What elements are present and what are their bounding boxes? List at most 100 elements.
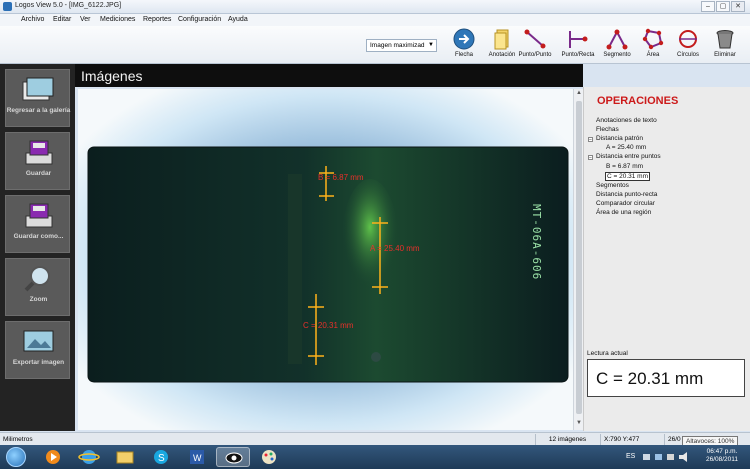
- media-player-taskbar-icon[interactable]: [36, 447, 70, 467]
- svg-text:S: S: [158, 453, 165, 464]
- measurement-photo[interactable]: MT-06A-606 B = 6.87 mm A = 25.40 mm C = …: [78, 89, 573, 430]
- tree-item-anotaciones[interactable]: Anotaciones de texto: [596, 117, 657, 124]
- clock[interactable]: 06:47 p.m. 26/08/2011: [700, 448, 744, 464]
- tool-label: Punto/Punto: [518, 52, 552, 58]
- reading-label: Lectura actual: [587, 350, 628, 357]
- status-bar: Milimetros 12 imágenes X:790 Y:477 26/0: [0, 432, 750, 445]
- point-point-icon: [524, 29, 546, 49]
- images-header: Imágenes: [75, 64, 583, 87]
- tree-item-punto-recta[interactable]: Distancia punto-recta: [596, 191, 657, 198]
- skype-taskbar-icon[interactable]: S: [144, 447, 178, 467]
- trash-icon: [716, 30, 734, 49]
- minimize-button[interactable]: –: [701, 1, 715, 12]
- sidebar-button-label: Zoom: [29, 296, 48, 303]
- sidebar-button-label: Regresar a la galería: [6, 107, 71, 114]
- tree-item-segmentos[interactable]: Segmentos: [596, 182, 629, 189]
- save-as-icon: [25, 203, 53, 228]
- expand-toggle-icon[interactable]: −: [588, 137, 593, 143]
- status-units: Milimetros: [3, 436, 33, 443]
- close-button[interactable]: ✕: [731, 1, 745, 12]
- status-image-count: 12 imágenes: [535, 434, 599, 445]
- gallery-icon: [22, 77, 54, 101]
- menu-reportes[interactable]: Reportes: [143, 16, 171, 23]
- tool-label: Eliminar: [714, 52, 736, 58]
- measurement-a-label: A = 25.40 mm: [370, 244, 420, 253]
- area-icon: [642, 28, 664, 50]
- clock-time: 06:47 p.m.: [706, 448, 738, 455]
- taskbar: S W ES 06:47 p.m. 26/08/2011: [0, 445, 750, 469]
- chevron-down-icon: ▼: [428, 42, 434, 48]
- segment-icon: [606, 29, 628, 50]
- plate-hole: [371, 352, 381, 362]
- zoom-select-value: Imagen maximizad: [370, 42, 425, 49]
- sidebar-button-label: Guardar: [25, 170, 52, 177]
- measurement-c-label: C = 20.31 mm: [303, 321, 354, 330]
- word-taskbar-icon[interactable]: W: [180, 447, 214, 467]
- scroll-down-icon[interactable]: ▼: [575, 420, 583, 428]
- measurement-b-label: B = 6.87 mm: [318, 173, 364, 182]
- menu-archivo[interactable]: Archivo: [21, 16, 44, 23]
- clock-date: 26/08/2011: [705, 456, 739, 463]
- menu-ayuda[interactable]: Ayuda: [228, 16, 248, 23]
- logos-view-taskbar-icon[interactable]: [216, 447, 250, 467]
- back-to-gallery-button[interactable]: Regresar a la galería: [5, 69, 70, 127]
- export-image-button[interactable]: Exportar imagen: [5, 321, 70, 379]
- tree-item-measure-c[interactable]: C = 20.31 mm: [605, 172, 651, 181]
- menu-editar[interactable]: Editar: [53, 16, 71, 23]
- menu-configuracion[interactable]: Configuración: [178, 16, 221, 23]
- plate-stamp: MT-06A-606: [530, 204, 543, 280]
- export-icon: [23, 330, 54, 352]
- image-viewer[interactable]: MT-06A-606 B = 6.87 mm A = 25.40 mm C = …: [78, 89, 573, 430]
- save-as-button[interactable]: Guardar como...: [5, 195, 70, 253]
- tool-eliminar-button[interactable]: Eliminar: [705, 28, 745, 62]
- page-title: Imágenes: [81, 68, 143, 84]
- folder-taskbar-icon[interactable]: [108, 447, 142, 467]
- tree-item-measure-b[interactable]: B = 6.87 mm: [606, 163, 643, 170]
- status-date: 26/0: [664, 434, 684, 445]
- sample-plate: [87, 146, 569, 383]
- browser-taskbar-icon[interactable]: [72, 447, 106, 467]
- magnifier-icon: [24, 266, 50, 292]
- status-coordinates: X:790 Y:477: [600, 434, 664, 445]
- scroll-thumb[interactable]: [576, 101, 582, 414]
- menu-ver[interactable]: Ver: [80, 16, 91, 23]
- tool-punto-recta-button[interactable]: Punto/Recta: [558, 28, 598, 62]
- circle-icon: [679, 30, 697, 48]
- title-bar: Logos View 5.0 - [IMG_6122.JPG] – ▢ ✕: [0, 0, 750, 14]
- menu-bar: Archivo Editar Ver Mediciones Reportes C…: [0, 14, 750, 26]
- app-icon: [3, 2, 12, 11]
- scroll-up-icon[interactable]: ▲: [575, 90, 583, 98]
- reading-box: C = 20.31 mm: [587, 359, 745, 397]
- sample-highlight: [342, 179, 398, 299]
- zoom-select[interactable]: Imagen maximizad ▼: [366, 39, 437, 52]
- operations-title: OPERACIONES: [597, 95, 679, 107]
- sidebar-button-label: Exportar imagen: [12, 359, 65, 366]
- vertical-scrollbar[interactable]: ▲ ▼: [573, 89, 583, 430]
- point-line-icon: [569, 31, 588, 48]
- tree-item-distancia-patron[interactable]: Distancia patrón: [596, 135, 643, 142]
- save-icon: [25, 140, 53, 165]
- tree-item-flechas[interactable]: Flechas: [596, 126, 619, 133]
- tree-item-area-region[interactable]: Área de una región: [596, 209, 651, 216]
- sample-groove: [288, 174, 302, 364]
- window-title: Logos View 5.0 - [IMG_6122.JPG]: [15, 2, 122, 9]
- sidebar: Regresar a la galería Guardar Guardar co…: [0, 64, 75, 431]
- arrow-icon: [453, 28, 475, 50]
- tree-item-comparador[interactable]: Comparador circular: [596, 200, 655, 207]
- tool-punto-punto-button[interactable]: Punto/Punto: [515, 28, 555, 62]
- maximize-button[interactable]: ▢: [716, 1, 730, 12]
- menu-mediciones[interactable]: Mediciones: [100, 16, 135, 23]
- tree-item-measure-a[interactable]: A = 25.40 mm: [606, 144, 646, 151]
- toolbar: Imagen maximizad ▼ Flecha Anotación Punt…: [0, 26, 750, 64]
- zoom-button[interactable]: Zoom: [5, 258, 70, 316]
- expand-toggle-icon[interactable]: −: [588, 155, 593, 161]
- save-button[interactable]: Guardar: [5, 132, 70, 190]
- note-icon: [494, 29, 509, 50]
- svg-text:W: W: [193, 453, 202, 463]
- tree-item-distancia-puntos[interactable]: Distancia entre puntos: [596, 153, 661, 160]
- system-tray-icons[interactable]: [642, 452, 692, 462]
- language-indicator[interactable]: ES: [626, 453, 635, 460]
- start-button[interactable]: [6, 447, 26, 467]
- operations-panel: OPERACIONES Anotaciones de texto Flechas…: [583, 87, 750, 431]
- paint-taskbar-icon[interactable]: [252, 447, 286, 467]
